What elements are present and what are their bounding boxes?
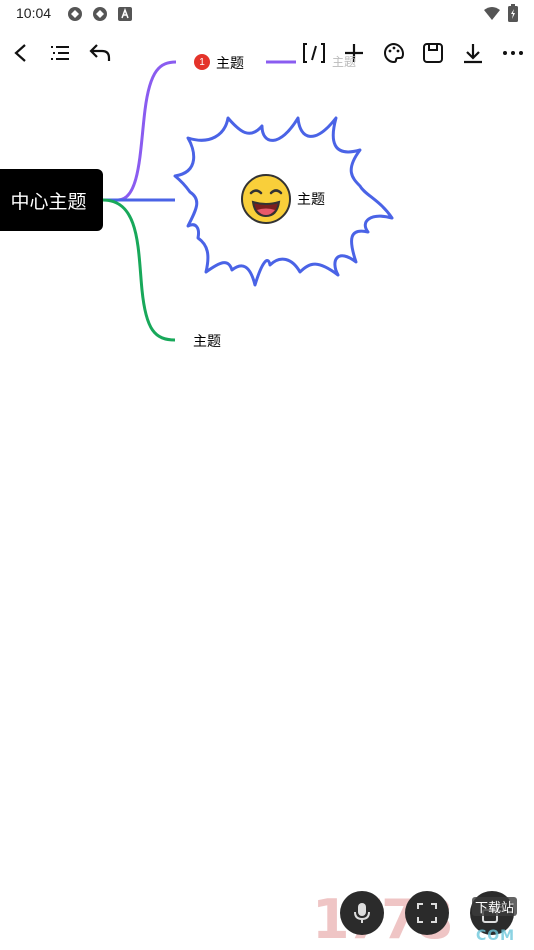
branch-line-1 bbox=[117, 60, 177, 202]
save-button[interactable] bbox=[415, 34, 451, 72]
smiley-emoji-icon bbox=[240, 173, 292, 229]
back-button[interactable] bbox=[3, 34, 39, 72]
undo-icon bbox=[89, 44, 111, 61]
more-button[interactable] bbox=[495, 34, 531, 72]
topic-node-1-child-hint: 主题 bbox=[332, 55, 357, 69]
topic-node-3[interactable]: 主题 bbox=[193, 331, 221, 351]
summary-bracket-icon bbox=[303, 43, 325, 63]
topic-node-2[interactable]: 主题 bbox=[297, 189, 325, 209]
mindmap-canvas[interactable]: 中心主题 1 主题 主题 主题 bbox=[0, 0, 534, 950]
watermark-com: COM bbox=[476, 928, 516, 944]
voice-input-button[interactable] bbox=[340, 891, 384, 935]
branch-lines bbox=[102, 60, 394, 342]
style-button[interactable] bbox=[376, 34, 412, 72]
top-toolbar bbox=[0, 34, 534, 74]
back-icon bbox=[14, 44, 26, 62]
scan-button[interactable] bbox=[405, 891, 449, 935]
summary-button[interactable] bbox=[296, 34, 332, 72]
microphone-icon bbox=[354, 903, 370, 923]
scan-icon bbox=[417, 903, 437, 923]
palette-icon bbox=[384, 42, 405, 64]
save-icon bbox=[423, 43, 443, 63]
more-icon bbox=[503, 51, 523, 55]
branch-line-3 bbox=[102, 198, 176, 342]
center-topic-node[interactable]: 中心主题 bbox=[0, 169, 103, 231]
watermark-sub: 下载站 bbox=[472, 897, 518, 916]
download-icon bbox=[464, 44, 482, 64]
outline-icon bbox=[51, 46, 69, 60]
undo-button[interactable] bbox=[82, 34, 118, 72]
outline-button[interactable] bbox=[42, 34, 78, 72]
download-button[interactable] bbox=[455, 34, 491, 72]
